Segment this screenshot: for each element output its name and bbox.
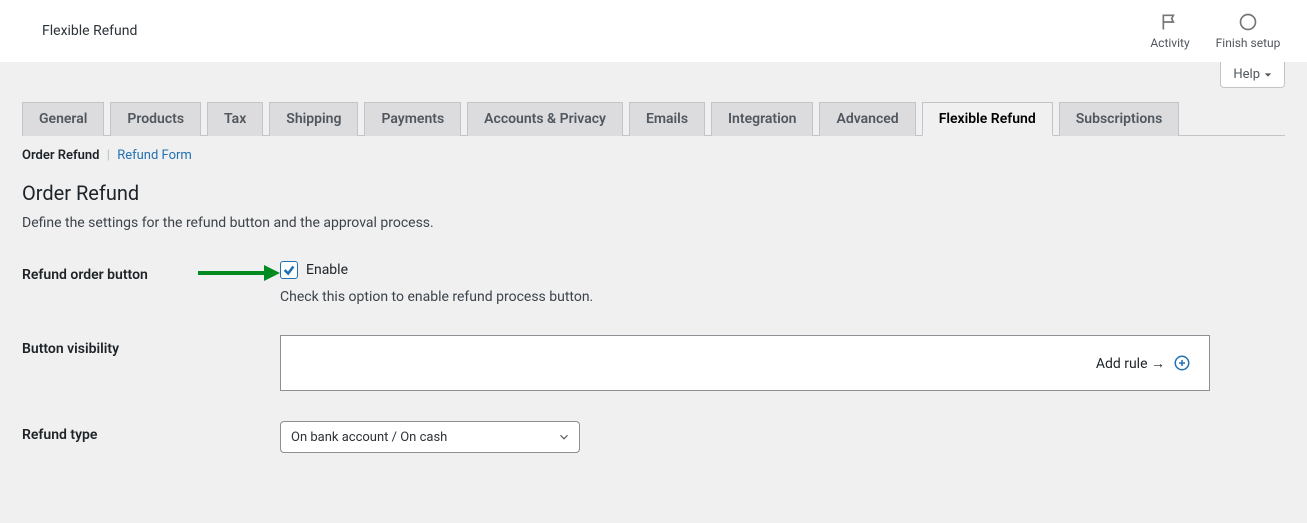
add-rule-label: Add rule → — [1096, 355, 1165, 372]
label-refund-type: Refund type — [22, 421, 280, 443]
activity-button[interactable]: Activity — [1131, 0, 1209, 62]
add-rule-button[interactable]: Add rule → — [1096, 354, 1191, 372]
tab-subscriptions[interactable]: Subscriptions — [1059, 102, 1180, 136]
finish-setup-button[interactable]: Finish setup — [1209, 0, 1287, 62]
sub-nav: Order Refund | Refund Form — [22, 148, 1285, 163]
plus-circle-icon — [1173, 354, 1191, 372]
label-refund-order-button: Refund order button — [22, 261, 280, 283]
label-text-refund-type: Refund type — [22, 427, 97, 443]
enable-desc: Check this option to enable refund proce… — [280, 289, 1210, 305]
header-actions: Activity Finish setup — [1131, 0, 1307, 62]
visibility-rule-box: Add rule → — [280, 335, 1210, 391]
tab-advanced[interactable]: Advanced — [819, 102, 915, 136]
arrow-icon — [198, 263, 280, 283]
flag-icon — [1160, 12, 1180, 32]
tab-accounts-privacy[interactable]: Accounts & Privacy — [467, 102, 623, 136]
enable-checkbox-label: Enable — [306, 262, 348, 278]
row-refund-order-button: Refund order button Enable Check this op… — [22, 261, 1285, 305]
tab-shipping[interactable]: Shipping — [269, 102, 358, 136]
finish-setup-label: Finish setup — [1216, 36, 1281, 50]
activity-label: Activity — [1150, 36, 1189, 50]
sub-nav-link-refund-form[interactable]: Refund Form — [117, 148, 192, 163]
top-header: Flexible Refund Activity Finish setup — [0, 0, 1307, 62]
section-desc: Define the settings for the refund butto… — [22, 215, 1285, 231]
tab-payments[interactable]: Payments — [364, 102, 461, 136]
sub-nav-separator: | — [107, 148, 110, 163]
section-title: Order Refund — [22, 181, 1285, 205]
label-text-button-visibility: Button visibility — [22, 341, 119, 357]
help-tab-label: Help — [1233, 67, 1260, 82]
tab-flexible-refund[interactable]: Flexible Refund — [922, 102, 1053, 136]
tab-general[interactable]: General — [22, 102, 104, 136]
sub-nav-current: Order Refund — [22, 148, 99, 163]
refund-type-select[interactable]: On bank account / On cash — [280, 421, 580, 453]
refund-type-selected: On bank account / On cash — [291, 430, 447, 445]
tab-integration[interactable]: Integration — [711, 102, 813, 136]
page-title: Flexible Refund — [42, 0, 1131, 62]
chevron-down-icon — [557, 430, 571, 444]
settings-tabs: GeneralProductsTaxShippingPaymentsAccoun… — [22, 102, 1285, 136]
tab-emails[interactable]: Emails — [629, 102, 705, 136]
row-refund-type: Refund type On bank account / On cash — [22, 421, 1285, 453]
help-tab[interactable]: Help — [1220, 62, 1285, 88]
tab-products[interactable]: Products — [110, 102, 201, 136]
label-text-refund-order-button: Refund order button — [22, 267, 148, 283]
chevron-down-icon — [1264, 71, 1272, 79]
check-icon — [282, 263, 296, 277]
enable-checkbox[interactable] — [280, 261, 298, 279]
row-button-visibility: Button visibility Add rule → — [22, 335, 1285, 391]
circle-icon — [1238, 12, 1258, 32]
tab-tax[interactable]: Tax — [207, 102, 263, 136]
label-button-visibility: Button visibility — [22, 335, 280, 357]
